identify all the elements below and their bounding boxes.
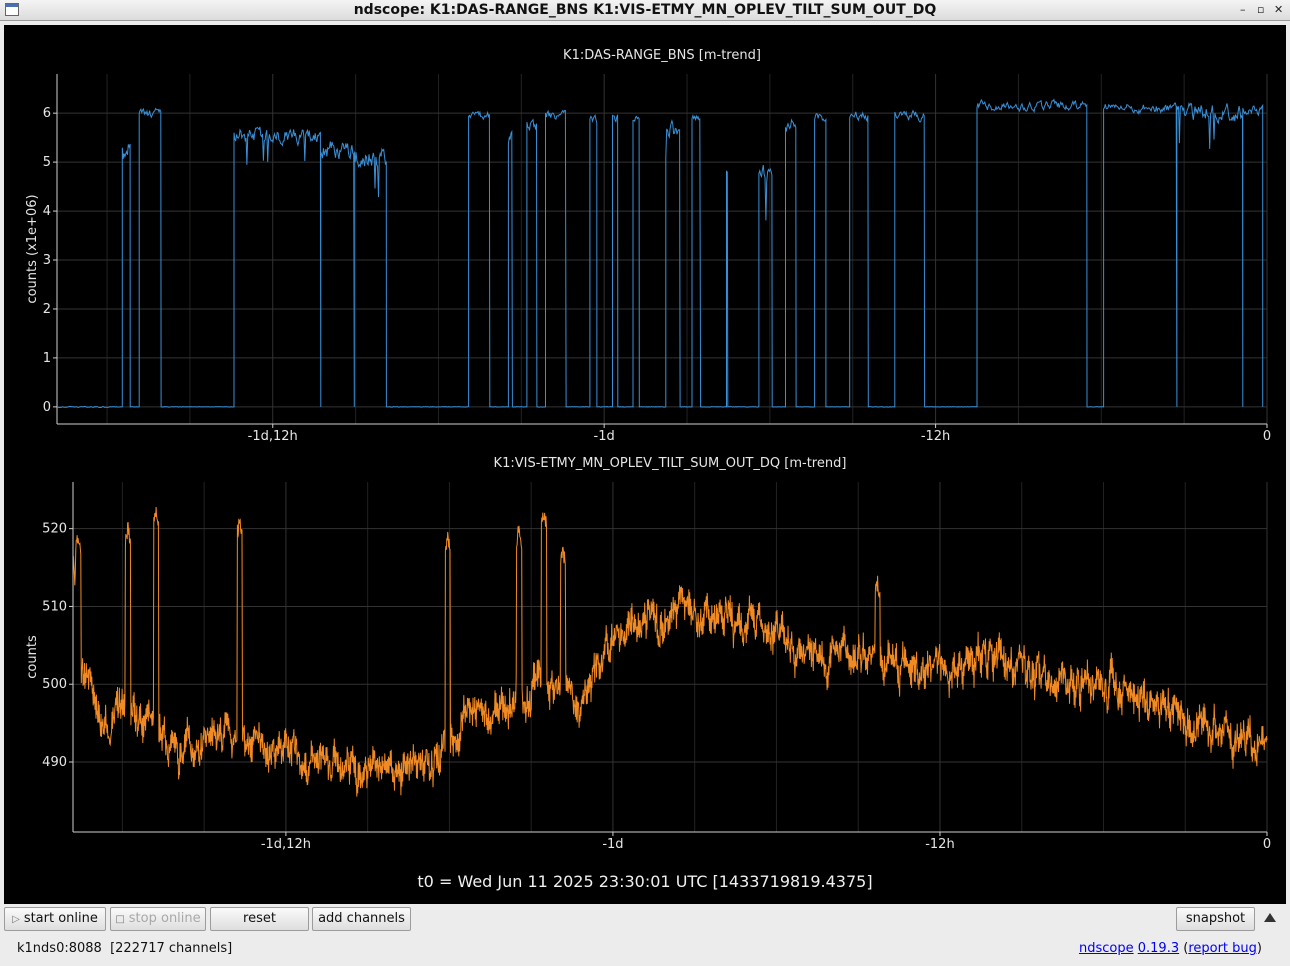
ndscope-link[interactable]: ndscope <box>1079 941 1134 956</box>
maximize-icon[interactable]: ▫ <box>1257 3 1264 17</box>
report-bug-link[interactable]: report bug <box>1188 941 1257 956</box>
t0-label: t0 = Wed Jun 11 2025 23:30:01 UTC [14337… <box>417 872 873 891</box>
y-tick-label: 0 <box>43 400 51 415</box>
y-tick-label: 500 <box>42 677 67 692</box>
plot-title: K1:DAS-RANGE_BNS [m-trend] <box>563 48 761 63</box>
y-tick-label: 5 <box>43 155 51 170</box>
start-online-button[interactable]: ▷ start online <box>4 907 106 931</box>
version-info: ndscope 0.19.3 (report bug) <box>1078 941 1262 956</box>
series-line-range-bns <box>56 98 1264 409</box>
y-axis-label: counts (x1e+06) <box>25 194 40 303</box>
close-icon[interactable]: ✕ <box>1274 3 1283 17</box>
x-tick-label: -1d <box>602 837 623 852</box>
y-tick-label: 4 <box>43 204 51 219</box>
stop-online-button[interactable]: □ stop online <box>110 907 206 931</box>
collapse-arrow-icon[interactable] <box>1264 913 1276 922</box>
y-axis-label: counts <box>25 635 40 679</box>
add-channels-button[interactable]: add channels <box>312 907 411 931</box>
y-tick-label: 1 <box>43 351 51 366</box>
minimize-icon[interactable]: – <box>1240 3 1246 17</box>
plot-area[interactable]: K1:DAS-RANGE_BNS [m-trend] 0 1 2 3 4 5 6 -1d,12h… <box>4 25 1286 904</box>
y-tick-label: 2 <box>43 302 51 317</box>
x-tick-label: 0 <box>1263 837 1271 852</box>
y-tick-label: 510 <box>42 599 67 614</box>
y-tick-label: 6 <box>43 106 51 121</box>
plot-title: K1:VIS-ETMY_MN_OPLEV_TILT_SUM_OUT_DQ [m-… <box>494 456 847 471</box>
x-tick-label: -12h <box>921 429 950 444</box>
server-status: k1nds0:8088 [222717 channels] <box>17 941 232 956</box>
snapshot-button[interactable]: snapshot <box>1176 907 1255 931</box>
y-tick-label: 520 <box>42 522 67 537</box>
version-link[interactable]: 0.19.3 <box>1138 941 1179 956</box>
status-bar: k1nds0:8088 [222717 channels] ndscope 0.… <box>0 936 1290 966</box>
title-bar: ndscope: K1:DAS-RANGE_BNS K1:VIS-ETMY_MN… <box>0 0 1290 21</box>
play-icon: ▷ <box>12 914 20 925</box>
plots-svg[interactable]: K1:DAS-RANGE_BNS [m-trend] 0 1 2 3 4 5 6 -1d,12h… <box>4 25 1286 870</box>
server-address: k1nds0:8088 <box>17 941 102 956</box>
y-tick-label: 3 <box>43 253 51 268</box>
x-tick-label: -1d <box>594 429 615 444</box>
channel-count: [222717 channels] <box>110 941 233 956</box>
y-tick-label: 490 <box>42 755 67 770</box>
x-tick-label: -12h <box>925 837 954 852</box>
series-line-oplev-tilt-sum <box>72 506 1268 797</box>
x-tick-label: 0 <box>1263 429 1271 444</box>
stop-icon: □ <box>115 914 125 925</box>
window-title: ndscope: K1:DAS-RANGE_BNS K1:VIS-ETMY_MN… <box>353 2 937 18</box>
reset-button[interactable]: reset <box>210 907 309 931</box>
toolbar: ▷ start online □ stop online reset add cha… <box>0 905 1290 935</box>
x-tick-label: -1d,12h <box>261 837 311 852</box>
x-tick-label: -1d,12h <box>248 429 298 444</box>
